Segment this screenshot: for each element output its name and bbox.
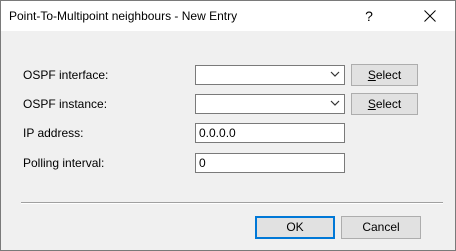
select-hotkey-letter: S [367,97,376,111]
ospf-instance-label: OSPF instance: [23,97,108,111]
ospf-instance-select[interactable] [195,94,345,114]
ip-address-input[interactable]: 0.0.0.0 [195,123,345,143]
select-hotkey-letter: S [367,68,376,82]
close-icon [424,10,436,22]
window-title: Point-To-Multipoint neighbours - New Ent… [9,9,238,23]
ok-button[interactable]: OK [255,216,335,239]
ospf-interface-select[interactable] [195,65,345,85]
cancel-button[interactable]: Cancel [341,216,421,239]
ospf-interface-label: OSPF interface: [23,68,109,82]
dialog-window: Point-To-Multipoint neighbours - New Ent… [0,0,456,251]
ip-address-label: IP address: [23,126,84,140]
divider [21,202,443,204]
select-button-rest: elect [375,97,402,111]
help-button[interactable]: ? [354,5,384,27]
polling-interval-input[interactable]: 0 [195,153,345,173]
ospf-instance-select-button[interactable]: Select [351,93,418,115]
chevron-down-icon [330,71,340,77]
dialog-body: OSPF interface: Select OSPF instance: Se… [1,31,455,250]
ospf-interface-select-button[interactable]: Select [351,64,418,86]
polling-interval-label: Polling interval: [23,156,105,170]
chevron-down-icon [330,100,340,106]
title-bar: Point-To-Multipoint neighbours - New Ent… [1,1,455,31]
select-button-rest: elect [375,68,402,82]
close-button[interactable] [413,3,447,29]
